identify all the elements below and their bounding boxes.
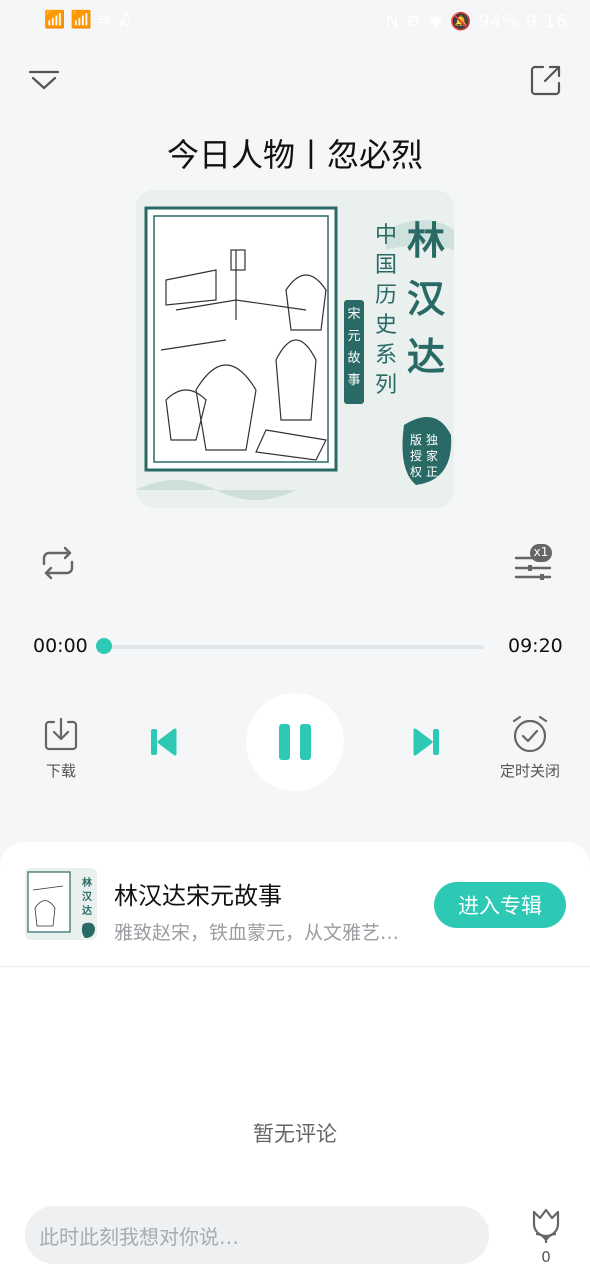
like-count: 0 — [541, 1248, 551, 1266]
skip-previous-icon — [151, 728, 177, 756]
collapse-button[interactable] — [24, 60, 64, 100]
status-right: N ⚙ ✱ 🔕 94% 9:16 — [385, 12, 568, 32]
skip-next-icon — [413, 728, 439, 756]
previous-button[interactable] — [146, 724, 180, 760]
pause-button[interactable] — [246, 693, 344, 791]
divider — [0, 966, 590, 967]
svg-text:林汉达: 林汉达 — [407, 218, 446, 379]
status-left-icons: 📶 📶 ≋ ♫ — [44, 10, 133, 30]
album-title[interactable]: 林汉达宋元故事 — [114, 876, 282, 911]
speed-button[interactable]: x1 — [510, 542, 556, 584]
status-bar: 📶 📶 ≋ ♫ N ⚙ ✱ 🔕 94% 9:16 — [0, 0, 590, 44]
speed-label: x1 — [533, 545, 549, 559]
album-description: 雅致赵宋，铁血蒙元，从文雅艺… — [114, 922, 400, 944]
svg-text:林汉达: 林汉达 — [82, 876, 93, 917]
cover-art: 宋元故事 中国历史系列 林汉达 独家正 版授权 — [136, 190, 454, 508]
enter-album-button[interactable]: 进入专辑 — [434, 882, 566, 928]
sleep-timer-label: 定时关闭 — [499, 762, 560, 780]
sleep-timer-button[interactable]: 定时关闭 — [496, 714, 564, 780]
download-label: 下载 — [45, 762, 76, 780]
repeat-button[interactable] — [36, 543, 80, 583]
cover-illustration: 宋元故事 中国历史系列 林汉达 独家正 版授权 — [136, 190, 454, 508]
empty-comments-text: 暂无评论 — [253, 1122, 337, 1146]
like-button[interactable]: 0 — [526, 1204, 566, 1270]
flower-icon — [532, 1208, 560, 1243]
download-button[interactable]: 下载 — [40, 716, 82, 780]
download-icon — [44, 717, 78, 751]
comment-input[interactable]: 此时此刻我想对你说… — [25, 1206, 489, 1264]
total-time: 09:20 — [508, 635, 563, 657]
alarm-clock-icon — [512, 715, 548, 753]
repeat-icon — [42, 546, 74, 580]
progress-thumb[interactable] — [96, 638, 112, 654]
share-icon — [530, 65, 561, 96]
album-cover-icon: 林汉达 — [25, 868, 97, 940]
album-thumbnail[interactable]: 林汉达 — [25, 868, 97, 940]
next-button[interactable] — [410, 724, 444, 760]
progress-track[interactable] — [104, 645, 484, 649]
pause-icon — [279, 724, 311, 760]
svg-text:版授权: 版授权 — [410, 433, 422, 479]
svg-text:独家正: 独家正 — [426, 433, 438, 479]
chevron-down-icon — [28, 70, 60, 90]
share-button[interactable] — [526, 60, 566, 100]
track-title: 今日人物丨忽必烈 — [166, 136, 423, 174]
current-time: 00:00 — [33, 635, 88, 657]
